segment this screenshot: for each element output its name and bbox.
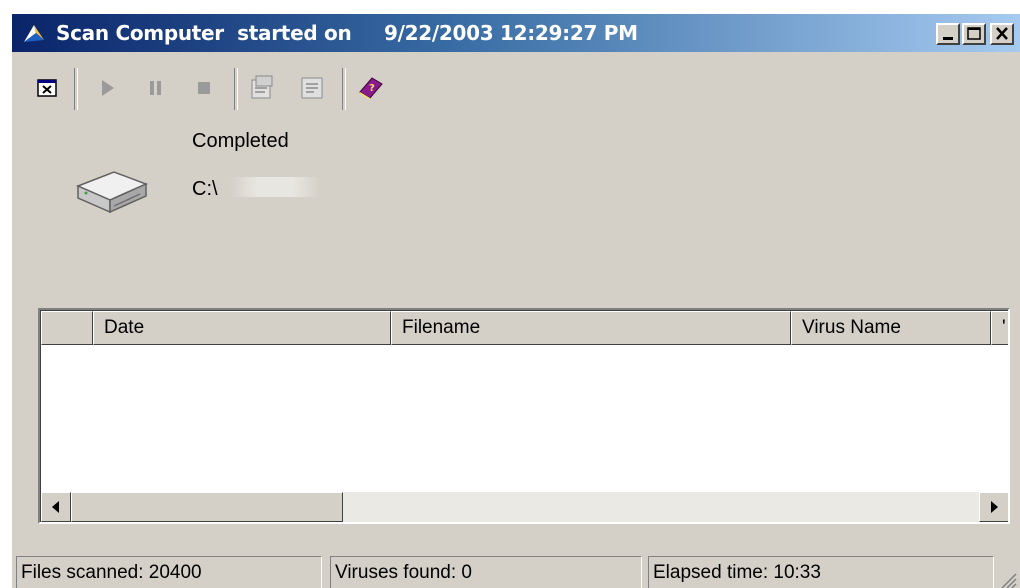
window-title: Scan Computer started on (56, 21, 352, 45)
files-scanned: Files scanned: 20400 (16, 556, 322, 588)
column-header-virus-name[interactable]: Virus Name (791, 311, 991, 345)
report-icon[interactable] (298, 74, 326, 102)
toolbar-separator (342, 68, 346, 110)
resize-grip-icon[interactable] (998, 570, 1018, 588)
scroll-thumb[interactable] (71, 492, 343, 522)
minimize-button[interactable] (936, 23, 960, 45)
horizontal-scrollbar[interactable] (41, 492, 1008, 522)
stop-icon[interactable] (190, 74, 218, 102)
svg-text:?: ? (369, 83, 375, 94)
column-header-status[interactable] (41, 311, 93, 345)
column-header-more[interactable]: ' (991, 311, 1008, 345)
scroll-left-button[interactable] (41, 492, 71, 522)
maximize-button[interactable] (962, 23, 986, 45)
close-icon (996, 27, 1008, 40)
column-header-filename[interactable]: Filename (391, 311, 791, 345)
help-book-icon[interactable]: ? (356, 74, 384, 102)
scan-start-time: 9/22/2003 12:29:27 PM (384, 21, 638, 45)
status-bar: Files scanned: 20400 Viruses found: 0 El… (12, 556, 1020, 588)
pause-icon[interactable] (142, 74, 170, 102)
elapsed-time: Elapsed time: 10:33 (648, 556, 994, 588)
minimize-icon (943, 37, 953, 40)
play-icon[interactable] (94, 74, 122, 102)
properties-icon[interactable] (248, 74, 276, 102)
scan-window: Scan Computer started on 9/22/2003 12:29… (10, 12, 1020, 588)
column-header-date[interactable]: Date (93, 311, 391, 345)
arrow-left-icon (52, 501, 59, 513)
maximize-icon (967, 27, 981, 40)
viruses-found: Viruses found: 0 (330, 556, 642, 588)
app-logo-icon (24, 25, 44, 42)
window-close-icon[interactable] (34, 74, 62, 102)
toolbar-separator (234, 68, 238, 110)
hard-drive-icon (76, 171, 148, 214)
results-list[interactable]: Date Filename Virus Name ' (38, 308, 1010, 524)
scroll-right-button[interactable] (979, 492, 1008, 522)
toolbar-separator (74, 68, 78, 110)
title-bar[interactable]: Scan Computer started on 9/22/2003 12:29… (12, 14, 1020, 52)
scan-path: C:\ (192, 178, 218, 200)
scan-status: Completed (192, 130, 289, 152)
close-button[interactable] (990, 23, 1014, 45)
arrow-right-icon (991, 501, 998, 513)
redacted-path (230, 177, 320, 197)
